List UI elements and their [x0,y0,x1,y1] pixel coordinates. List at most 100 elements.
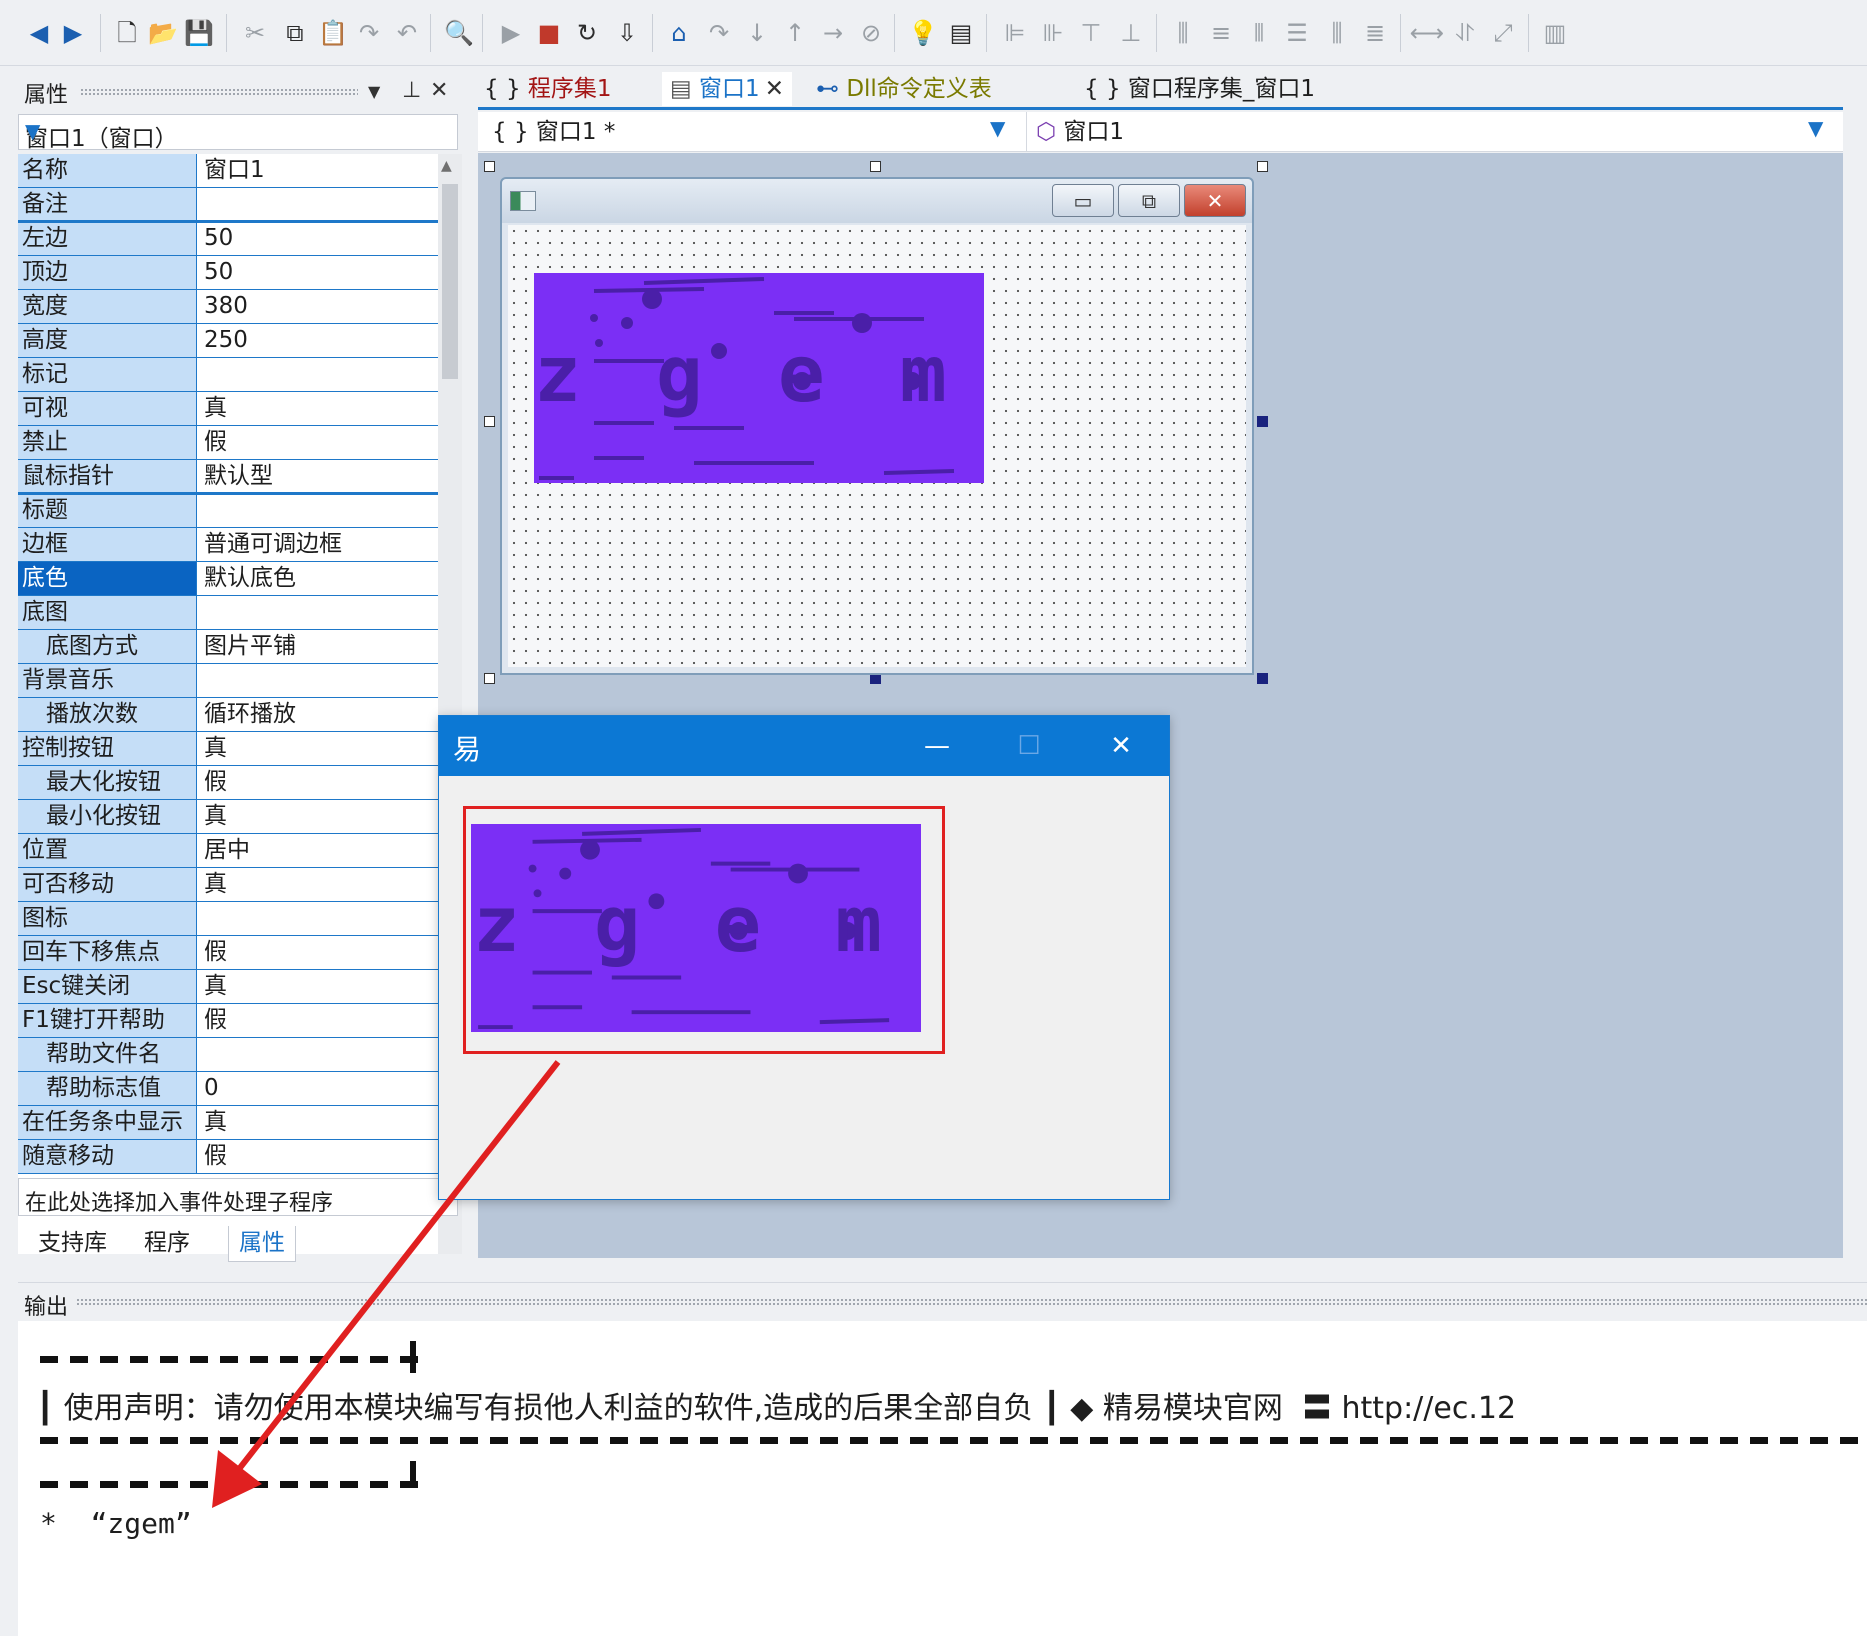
tab-properties[interactable]: 属性 [228,1226,296,1262]
step-over-icon[interactable]: ↷ [700,14,738,52]
close-icon[interactable]: ✕ [430,78,448,103]
property-row[interactable]: 帮助文件名 [18,1038,438,1072]
property-value[interactable]: 50 [198,222,438,255]
property-value[interactable]: 真 [198,970,438,1003]
property-value[interactable]: 假 [198,426,438,459]
property-value[interactable]: 假 [198,1004,438,1037]
property-value[interactable]: 假 [198,936,438,969]
resize-handle[interactable] [1257,416,1268,427]
property-value[interactable]: 250 [198,324,438,357]
property-row[interactable]: 标记 [18,358,438,392]
object-selector[interactable]: 窗口1（窗口） ▼ [18,114,458,152]
scroll-up-icon[interactable]: ▲ [441,158,452,174]
property-row[interactable]: 禁止假 [18,426,438,460]
property-value[interactable]: 真 [198,392,438,425]
chevron-down-icon[interactable]: ▼ [990,116,1005,140]
property-value[interactable] [198,902,438,935]
property-row[interactable]: 最大化按钮假 [18,766,438,800]
event-handler-selector[interactable]: 在此处选择加入事件处理子程序 [18,1178,458,1216]
redo-icon[interactable]: ↷ [350,14,388,52]
hint-bulb-icon[interactable]: 💡 [904,14,942,52]
property-value[interactable]: 默认型 [198,460,438,493]
property-value[interactable]: 循环播放 [198,698,438,731]
captcha-image[interactable]: z g e m [471,824,921,1032]
property-row[interactable]: 宽度 380 [18,290,438,324]
property-row[interactable]: 底图 [18,596,438,630]
paste-icon[interactable]: 📋 [314,14,352,52]
layout-icon[interactable]: ▥ [1536,14,1574,52]
property-value[interactable] [198,358,438,391]
property-row[interactable]: 顶边 50 [18,256,438,290]
property-value[interactable]: 0 [198,1072,438,1105]
property-row[interactable]: F1键打开帮助假 [18,1004,438,1038]
compile-icon[interactable]: ⇩ [608,14,646,52]
back-icon[interactable]: ◀ [20,14,58,52]
size-fit-icon[interactable]: ⤢ [1484,14,1522,52]
watch-icon[interactable]: ⊘ [852,14,890,52]
property-value[interactable]: 假 [198,766,438,799]
tab-program-set[interactable]: { } 程序集1 [484,72,612,106]
tab-window-program-set[interactable]: { } 窗口程序集_窗口1 [1084,72,1315,106]
property-row[interactable]: 高度 250 [18,324,438,358]
run-icon[interactable]: ▶ [492,14,530,52]
forward-icon[interactable]: ▶ [54,14,92,52]
preview-window[interactable]: 易 — ☐ ✕ z g e m [438,715,1170,1200]
design-window-client[interactable]: z g e m [508,225,1246,667]
property-row[interactable]: 备注 [18,188,438,222]
property-row[interactable]: 随意移动假 [18,1140,438,1174]
property-row[interactable]: 名称 窗口1 [18,154,438,188]
property-value[interactable]: 默认底色 [198,562,438,595]
property-row[interactable]: 图标 [18,902,438,936]
dropdown-arrow-icon[interactable]: ▼ [368,82,380,101]
find-icon[interactable]: 🔍 [440,14,478,52]
same-height-icon[interactable]: ☰ [1278,14,1316,52]
property-row[interactable]: 底图方式 图片平铺 [18,630,438,664]
stop-icon[interactable]: ■ [530,14,568,52]
tab-program[interactable]: 程序 [134,1226,200,1262]
tab-support-library[interactable]: 支持库 [28,1226,117,1262]
design-window[interactable]: ▭ ⧉ ✕ z g e m [500,177,1254,675]
property-value[interactable] [198,494,438,527]
debug-window-icon[interactable]: ▤ [942,14,980,52]
property-row[interactable]: 边框 普通可调边框 [18,528,438,562]
minimize-button[interactable]: ▭ [1052,184,1114,217]
breakpoint-icon[interactable]: ⌂ [660,14,698,52]
resize-handle[interactable] [1257,161,1268,172]
property-value[interactable] [198,188,438,221]
preview-window-titlebar[interactable]: 易 — ☐ ✕ [439,716,1169,776]
property-row[interactable]: 位置 居中 [18,834,438,868]
chevron-down-icon[interactable]: ▼ [1808,116,1823,140]
minimize-button[interactable]: — [907,724,967,768]
property-row[interactable]: 控制按钮真 [18,732,438,766]
property-value[interactable]: 真 [198,732,438,765]
tab-dll-commands[interactable]: ⊷ Dll命令定义表 [816,72,992,106]
step-into-icon[interactable]: ↓ [738,14,776,52]
distribute-h-icon[interactable]: ⫼ [1318,14,1356,52]
property-value[interactable]: 窗口1 [198,154,438,187]
restore-button[interactable]: ⧉ [1118,184,1180,217]
panel-grip[interactable] [76,1298,1867,1306]
property-value[interactable]: 假 [198,1140,438,1173]
resize-handle[interactable] [484,416,495,427]
scrollbar-thumb[interactable] [442,184,458,379]
property-row[interactable]: 最小化按钮真 [18,800,438,834]
run-to-cursor-icon[interactable]: → [814,14,852,52]
space-equal-icon[interactable]: ⟷ [1408,14,1446,52]
step-out-icon[interactable]: ↑ [776,14,814,52]
property-value[interactable]: 真 [198,800,438,833]
property-value[interactable]: 380 [198,290,438,323]
property-row[interactable]: 可视真 [18,392,438,426]
property-value[interactable]: 真 [198,1106,438,1139]
new-file-icon[interactable]: 🗋 [108,14,146,52]
resize-handle[interactable] [484,161,495,172]
property-value[interactable]: 普通可调边框 [198,528,438,561]
same-width-icon[interactable]: ⫴ [1240,14,1278,52]
pin-icon[interactable]: ⊥ [402,78,421,103]
undo-icon[interactable]: ↶ [388,14,426,52]
property-value[interactable]: 图片平铺 [198,630,438,663]
close-button[interactable]: ✕ [1184,184,1246,217]
align-right-icon[interactable]: ⊪ [1034,14,1072,52]
height-equal-icon[interactable]: ⥯ [1446,14,1484,52]
resize-handle[interactable] [1257,673,1268,684]
resize-handle[interactable] [484,673,495,684]
